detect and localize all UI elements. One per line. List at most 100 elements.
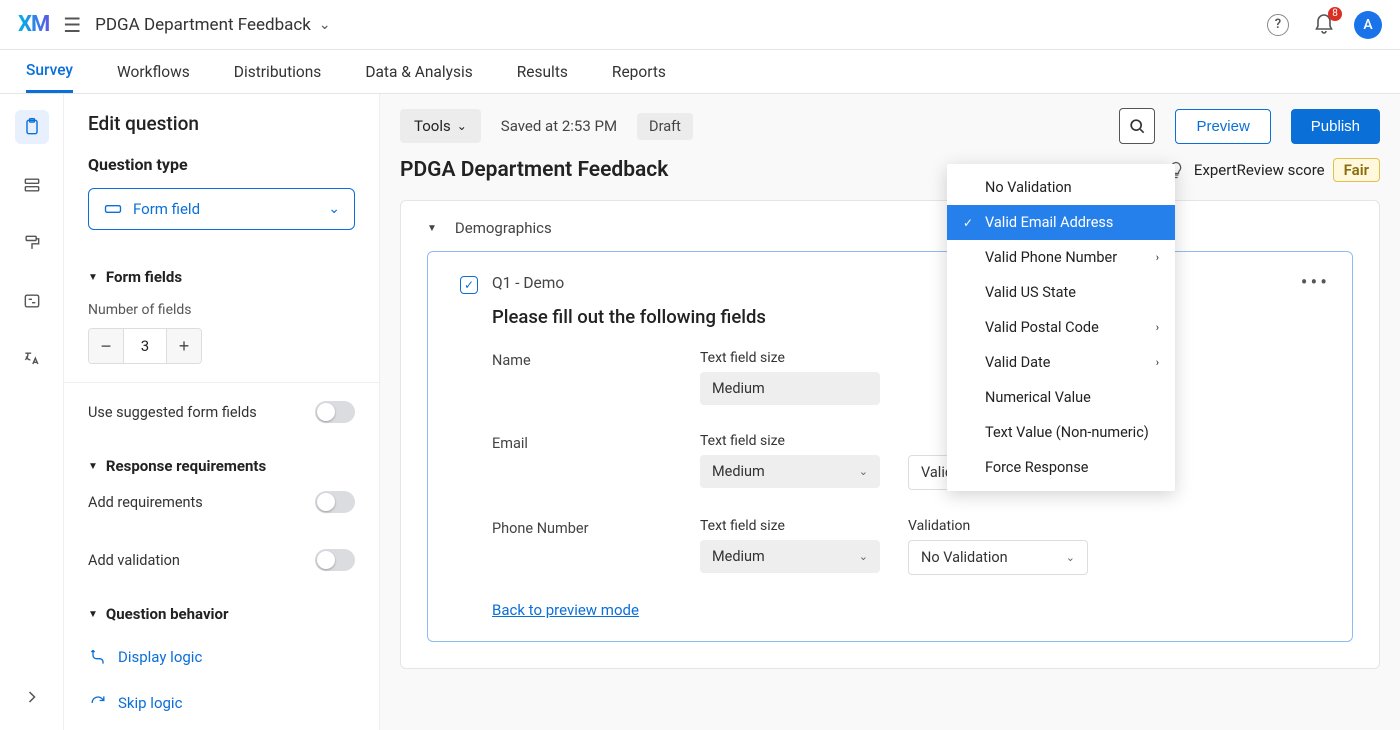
validation-option[interactable]: ✓Numerical Value bbox=[947, 380, 1175, 415]
back-to-preview-link[interactable]: Back to preview mode bbox=[492, 601, 639, 619]
tab-data-analysis[interactable]: Data & Analysis bbox=[365, 50, 472, 93]
chevron-right-icon bbox=[22, 687, 42, 707]
validation-option[interactable]: ✓No Validation bbox=[947, 170, 1175, 205]
skip-icon bbox=[88, 693, 108, 713]
publish-button[interactable]: Publish bbox=[1291, 109, 1380, 144]
question-id: Q1 - Demo bbox=[492, 274, 564, 292]
rail-expand[interactable] bbox=[15, 680, 49, 714]
validation-option[interactable]: ✓Force Response bbox=[947, 450, 1175, 485]
validation-option[interactable]: ✓Valid US State bbox=[947, 275, 1175, 310]
tab-distributions[interactable]: Distributions bbox=[234, 50, 322, 93]
suggested-fields-toggle[interactable] bbox=[315, 401, 355, 423]
tab-reports[interactable]: Reports bbox=[612, 50, 666, 93]
chevron-down-icon: ⌄ bbox=[859, 550, 868, 563]
chevron-down-icon: ⌄ bbox=[1066, 551, 1075, 564]
validation-select-phone[interactable]: No Validation⌄ bbox=[908, 540, 1088, 575]
size-select[interactable]: Medium⌄ bbox=[700, 455, 880, 488]
caret-icon: ▼ bbox=[88, 461, 98, 472]
help-button[interactable]: ? bbox=[1262, 9, 1294, 41]
question-text[interactable]: Please fill out the following fields bbox=[492, 306, 1320, 328]
display-logic-link[interactable]: Display logic bbox=[64, 631, 379, 677]
question-type-select[interactable]: Form field ⌄ bbox=[88, 188, 355, 230]
num-fields-label: Number of fields bbox=[88, 302, 355, 318]
menu-icon[interactable]: ☰ bbox=[63, 13, 81, 37]
size-select[interactable]: Medium bbox=[700, 372, 880, 405]
main-tabs: Survey Workflows Distributions Data & An… bbox=[0, 50, 1400, 94]
search-button[interactable] bbox=[1119, 108, 1155, 144]
field-row-phone: Phone Number Text field size Medium⌄ Val… bbox=[492, 518, 1320, 575]
stepper-minus[interactable]: − bbox=[89, 329, 123, 363]
field-row-name: Name Text field size Medium bbox=[492, 350, 1320, 405]
tools-dropdown[interactable]: Tools⌄ bbox=[400, 109, 481, 143]
canvas-toolbar: Tools⌄ Saved at 2:53 PM Draft Preview Pu… bbox=[400, 108, 1380, 144]
question-block: ▼ Demographics ••• ✓ Q1 - Demo Please fi… bbox=[400, 200, 1380, 669]
block-name: Demographics bbox=[455, 219, 552, 237]
rail-translate[interactable] bbox=[15, 342, 49, 376]
notifications-button[interactable]: 8 bbox=[1308, 9, 1340, 41]
preview-button[interactable]: Preview bbox=[1175, 109, 1270, 144]
size-header: Text field size bbox=[700, 350, 890, 366]
project-title-dropdown[interactable]: PDGA Department Feedback ⌄ bbox=[95, 15, 330, 35]
validation-option[interactable]: ✓Text Value (Non-numeric) bbox=[947, 415, 1175, 450]
caret-icon: ▼ bbox=[88, 272, 98, 283]
tab-workflows[interactable]: Workflows bbox=[117, 50, 190, 93]
skip-logic-link[interactable]: Skip logic bbox=[64, 677, 379, 723]
validation-option[interactable]: ✓Valid Postal Code› bbox=[947, 310, 1175, 345]
survey-title: PDGA Department Feedback bbox=[400, 158, 668, 182]
block-collapse-icon[interactable]: ▼ bbox=[427, 223, 437, 234]
size-header: Text field size bbox=[700, 433, 890, 449]
project-title-text: PDGA Department Feedback bbox=[95, 15, 311, 35]
add-requirements-row: Add requirements bbox=[64, 483, 379, 531]
validation-option[interactable]: ✓Valid Date› bbox=[947, 345, 1175, 380]
question-checkbox[interactable]: ✓ bbox=[460, 276, 478, 294]
builder-rail bbox=[0, 94, 64, 730]
chevron-right-icon: › bbox=[1156, 356, 1159, 369]
sliders-icon bbox=[22, 291, 42, 311]
rail-options[interactable] bbox=[15, 284, 49, 318]
validation-dropdown: ✓No Validation✓Valid Email Address✓Valid… bbox=[947, 164, 1175, 491]
size-select[interactable]: Medium⌄ bbox=[700, 540, 880, 573]
size-header: Text field size bbox=[700, 518, 890, 534]
field-label[interactable]: Phone Number bbox=[492, 518, 682, 537]
validation-option[interactable]: ✓Valid Phone Number› bbox=[947, 240, 1175, 275]
fair-badge: Fair bbox=[1333, 158, 1380, 182]
stepper-value: 3 bbox=[123, 329, 167, 363]
section-form-fields[interactable]: ▼Form fields bbox=[88, 252, 355, 294]
section-behavior[interactable]: ▼Question behavior bbox=[88, 589, 355, 631]
add-validation-row: Add validation bbox=[64, 531, 379, 589]
expert-review[interactable]: ExpertReview score Fair bbox=[1166, 158, 1380, 182]
question-card[interactable]: ••• ✓ Q1 - Demo Please fill out the foll… bbox=[427, 251, 1353, 642]
chevron-down-icon: ⌄ bbox=[319, 17, 331, 33]
field-row-email: Email Text field size Medium⌄ . Valid Em… bbox=[492, 433, 1320, 490]
add-requirements-toggle[interactable] bbox=[315, 491, 355, 513]
paint-roller-icon bbox=[22, 233, 42, 253]
tab-survey[interactable]: Survey bbox=[26, 50, 73, 93]
stepper-plus[interactable]: + bbox=[167, 329, 201, 363]
chevron-down-icon: ⌄ bbox=[328, 201, 340, 217]
app-logo: XM bbox=[18, 12, 49, 37]
user-avatar[interactable]: A bbox=[1354, 11, 1382, 39]
notification-badge: 8 bbox=[1328, 7, 1342, 21]
rail-look[interactable] bbox=[15, 226, 49, 260]
search-icon bbox=[1127, 116, 1147, 136]
field-label[interactable]: Email bbox=[492, 433, 682, 452]
question-more-menu[interactable]: ••• bbox=[1301, 270, 1330, 294]
section-response-req[interactable]: ▼Response requirements bbox=[88, 441, 355, 483]
add-validation-toggle[interactable] bbox=[315, 549, 355, 571]
tab-results[interactable]: Results bbox=[517, 50, 568, 93]
chevron-down-icon: ⌄ bbox=[859, 465, 868, 478]
field-label[interactable]: Name bbox=[492, 350, 682, 369]
suggested-fields-label: Use suggested form fields bbox=[88, 404, 257, 421]
layers-icon bbox=[22, 175, 42, 195]
canvas-area: Tools⌄ Saved at 2:53 PM Draft Preview Pu… bbox=[380, 94, 1400, 730]
validation-header: Validation bbox=[908, 518, 1098, 534]
rail-flow[interactable] bbox=[15, 168, 49, 202]
clipboard-icon bbox=[22, 117, 42, 137]
caret-icon: ▼ bbox=[88, 609, 98, 620]
suggested-fields-row: Use suggested form fields bbox=[64, 382, 379, 441]
rail-edit[interactable] bbox=[15, 110, 49, 144]
form-field-icon bbox=[103, 199, 123, 219]
chevron-down-icon: ⌄ bbox=[457, 119, 467, 133]
validation-option[interactable]: ✓Valid Email Address bbox=[947, 205, 1175, 240]
help-icon: ? bbox=[1267, 14, 1289, 36]
